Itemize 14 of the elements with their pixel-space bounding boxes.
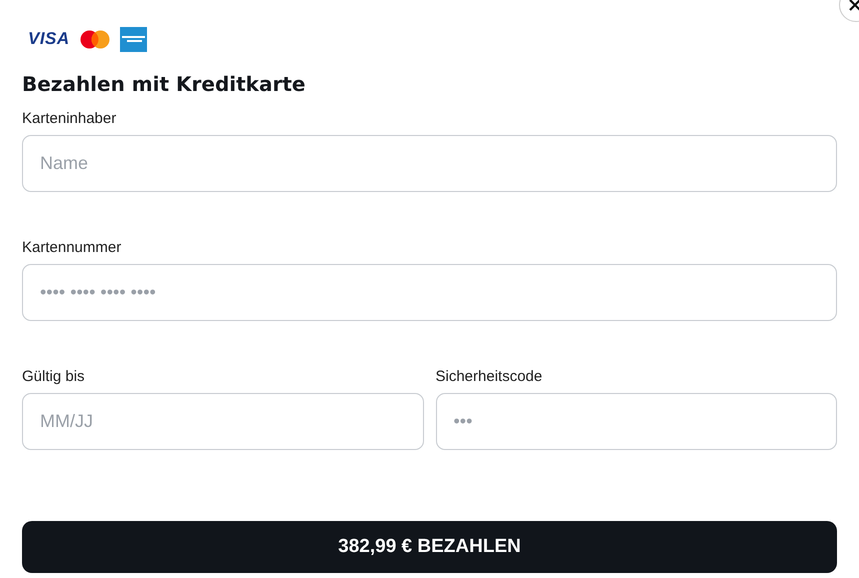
field-label: Kartennummer (22, 239, 122, 256)
visa-logo: VISA (28, 29, 70, 49)
form-title: Bezahlen mit Kreditkarte (22, 72, 306, 96)
input-field[interactable]: ••• (436, 393, 837, 450)
field-label: Karteninhaber (22, 110, 118, 127)
field-label: Sicherheitscode (436, 368, 544, 385)
mastercard-logo (80, 30, 110, 48)
input-field[interactable]: •••• •••• •••• •••• (22, 264, 837, 321)
field-label: Gültig bis (22, 368, 86, 385)
pay-button[interactable]: 382,99 € BEZAHLEN (22, 521, 837, 573)
amex-logo (120, 26, 147, 52)
close-icon (849, 0, 859, 11)
input-field[interactable]: Name (22, 135, 837, 192)
input-field[interactable]: MM/JJ (22, 393, 424, 450)
